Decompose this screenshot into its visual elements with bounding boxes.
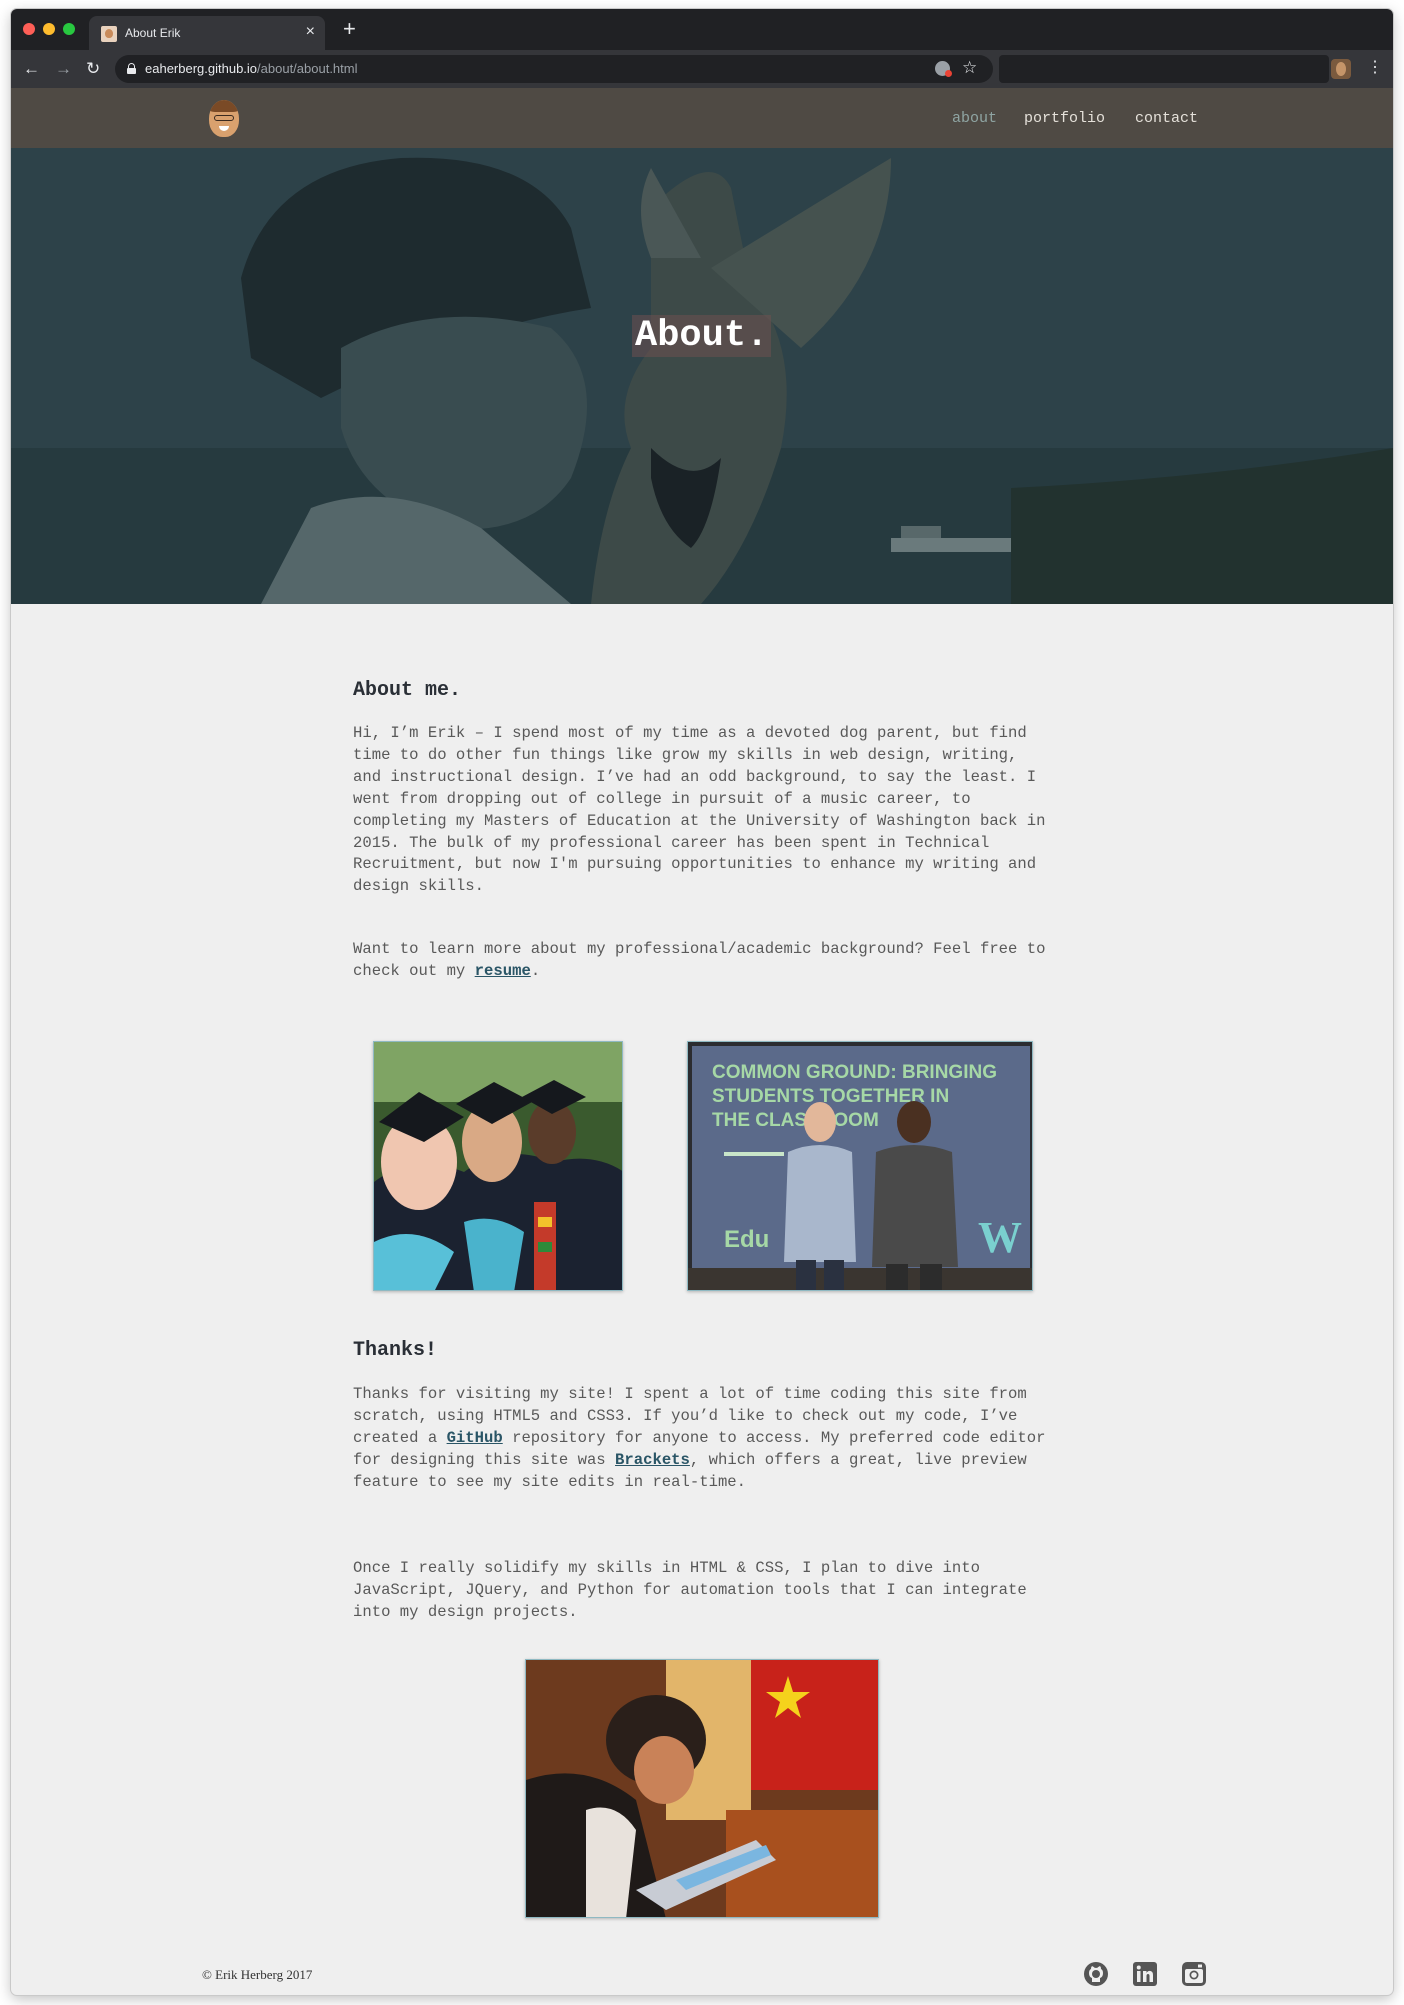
maximize-window-button[interactable] — [63, 23, 75, 35]
site-header: about portfolio contact — [11, 88, 1393, 148]
footer-copyright: © Erik Herberg 2017 — [202, 1967, 313, 1982]
instagram-icon[interactable] — [1181, 1961, 1207, 1987]
browser-window: About Erik × + ← → ↻ eaherberg.github.io… — [11, 9, 1393, 1995]
browser-toolbar: ← → ↻ eaherberg.github.io/about/about.ht… — [11, 50, 1393, 88]
url-path: /about/about.html — [257, 61, 358, 76]
extensions-area — [999, 55, 1329, 83]
minimize-window-button[interactable] — [43, 23, 55, 35]
nav-link-contact[interactable]: contact — [1135, 110, 1198, 127]
nav-link-portfolio[interactable]: portfolio — [1024, 110, 1105, 127]
resume-link[interactable]: resume — [475, 962, 531, 980]
browser-menu-icon[interactable]: ⋮ — [1367, 58, 1383, 78]
tab-title: About Erik — [125, 26, 181, 40]
reload-icon[interactable]: ↻ — [86, 59, 100, 79]
tab-bar: About Erik × + — [11, 9, 1393, 50]
hero-banner: About. — [11, 148, 1393, 604]
about-heading: About me. — [353, 679, 462, 702]
favicon-icon — [101, 26, 117, 42]
svg-text:THE CLASSROOM: THE CLASSROOM — [712, 1110, 879, 1131]
bookmark-star-icon[interactable]: ☆ — [962, 58, 977, 78]
graduation-photo — [373, 1041, 623, 1291]
thanks-paragraph-2: Once I really solidify my skills in HTML… — [353, 1559, 1027, 1621]
logo-avatar-icon[interactable] — [209, 100, 239, 137]
slide-text: COMMON GROUND: BRINGING — [712, 1062, 997, 1083]
extension-icon[interactable] — [935, 61, 952, 77]
hero-background-image — [11, 148, 1393, 604]
lock-icon — [127, 63, 136, 74]
about-paragraph-2-end: . — [530, 961, 541, 980]
edu-logo: Edu — [724, 1226, 769, 1253]
close-window-button[interactable] — [23, 23, 35, 35]
tab-close-icon[interactable]: × — [306, 23, 315, 41]
conference-photo: COMMON GROUND: BRINGING STUDENTS TOGETHE… — [687, 1041, 1033, 1291]
back-icon[interactable]: ← — [23, 59, 40, 79]
w-logo: W — [978, 1213, 1022, 1262]
thanks-heading: Thanks! — [353, 1339, 438, 1362]
url-host: eaherberg.github.io — [145, 61, 258, 76]
forward-icon[interactable]: → — [55, 59, 72, 79]
browser-tab[interactable]: About Erik × — [89, 16, 325, 50]
url-text[interactable]: eaherberg.github.io/about/about.html — [145, 61, 358, 76]
new-tab-button[interactable]: + — [343, 18, 356, 40]
linkedin-icon[interactable] — [1132, 1961, 1158, 1987]
about-paragraph-2-text: Want to learn more about my professional… — [353, 940, 1046, 980]
profile-avatar-icon[interactable] — [1331, 59, 1351, 79]
nav-link-about[interactable]: about — [952, 110, 997, 127]
github-link[interactable]: GitHub — [447, 1429, 503, 1447]
github-icon[interactable] — [1083, 1961, 1109, 1987]
about-paragraph-1: Hi, I’m Erik – I spend most of my time a… — [353, 724, 1046, 896]
thanks-paragraph-1: Thanks for visiting my site! I spent a l… — [353, 1384, 1053, 1494]
laptop-photo — [525, 1659, 879, 1918]
hero-title: About. — [632, 315, 772, 357]
brackets-link[interactable]: Brackets — [615, 1451, 690, 1469]
address-bar[interactable]: eaherberg.github.io/about/about.html ☆ — [115, 55, 993, 83]
about-paragraph-2: Want to learn more about my professional… — [353, 939, 1053, 983]
